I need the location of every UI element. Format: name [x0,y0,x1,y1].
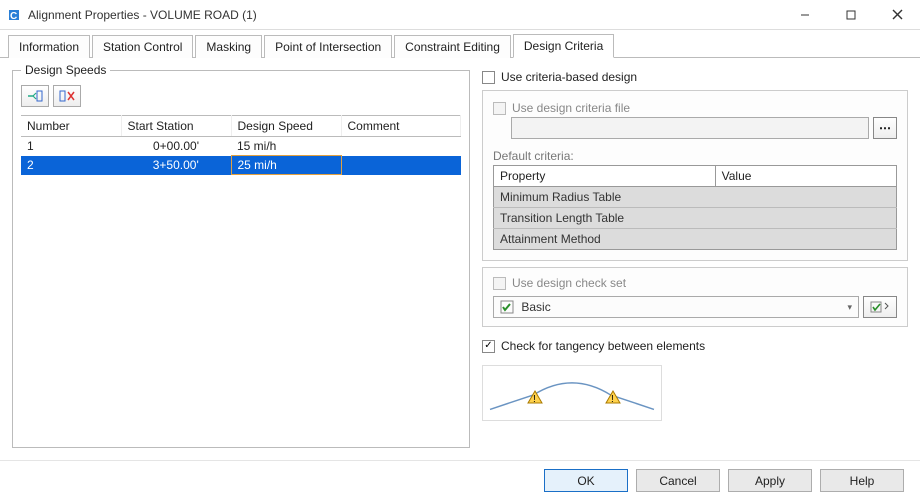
cell-comment[interactable] [341,156,461,175]
browse-file-button[interactable]: ⋯ [873,117,897,139]
col-comment: Comment [341,116,461,137]
criteria-prop: Attainment Method [494,229,716,250]
tangency-checkbox[interactable] [482,340,495,353]
tab-information[interactable]: Information [8,35,90,58]
use-check-set-row[interactable]: Use design check set [493,276,897,290]
criteria-val[interactable] [715,208,896,229]
tabbar: Information Station Control Masking Poin… [0,30,920,58]
remove-speed-button[interactable] [53,85,81,107]
ok-button[interactable]: OK [544,469,628,492]
use-file-row[interactable]: Use design criteria file [493,101,897,115]
tab-point-of-intersection[interactable]: Point of Intersection [264,35,392,58]
col-number: Number [21,116,121,137]
svg-text:!: ! [611,394,614,404]
cancel-button[interactable]: Cancel [636,469,720,492]
check-icon [500,300,514,314]
criteria-row[interactable]: Attainment Method [494,229,897,250]
design-speeds-label: Design Speeds [21,63,110,77]
tab-station-control[interactable]: Station Control [92,35,193,58]
criteria-row[interactable]: Minimum Radius Table [494,187,897,208]
close-button[interactable] [874,0,920,29]
tab-design-criteria[interactable]: Design Criteria [513,34,614,58]
default-criteria-label: Default criteria: [493,149,897,163]
use-check-set-label: Use design check set [512,276,626,290]
apply-button[interactable]: Apply [728,469,812,492]
criteria-col-value: Value [715,166,896,187]
titlebar: C Alignment Properties - VOLUME ROAD (1) [0,0,920,30]
tab-masking[interactable]: Masking [195,35,262,58]
maximize-button[interactable] [828,0,874,29]
add-speed-button[interactable] [21,85,49,107]
criteria-file-input[interactable] [511,117,869,139]
use-criteria-checkbox[interactable] [482,71,495,84]
app-icon: C [6,7,22,23]
col-design-speed: Design Speed [231,116,341,137]
criteria-panel: Use criteria-based design Use design cri… [482,70,908,448]
criteria-col-property: Property [494,166,716,187]
table-header-row: Number Start Station Design Speed Commen… [21,116,461,137]
warning-icon: ! [527,390,543,404]
use-file-label: Use design criteria file [512,101,630,115]
cell-start-station: 0+00.00' [121,137,231,156]
tangency-graphic: ! ! [482,365,662,421]
cell-comment[interactable] [341,137,461,156]
dialog-footer: OK Cancel Apply Help [0,460,920,500]
cell-speed[interactable]: 15 mi/h [231,137,341,156]
table-row[interactable]: 2 3+50.00' 25 mi/h [21,156,461,175]
window-title: Alignment Properties - VOLUME ROAD (1) [28,8,782,22]
criteria-row[interactable]: Transition Length Table [494,208,897,229]
check-set-value: Basic [521,300,550,314]
svg-text:C: C [10,11,17,22]
criteria-file-group: Use design criteria file ⋯ Default crite… [482,90,908,261]
table-row[interactable]: 1 0+00.00' 15 mi/h [21,137,461,156]
file-row: ⋯ [511,117,897,139]
use-criteria-label: Use criteria-based design [501,70,637,84]
cell-number: 1 [21,137,121,156]
svg-text:!: ! [533,394,536,404]
use-file-checkbox[interactable] [493,102,506,115]
use-criteria-row[interactable]: Use criteria-based design [482,70,908,84]
tangency-label: Check for tangency between elements [501,339,705,353]
criteria-val[interactable] [715,229,896,250]
cell-speed[interactable]: 25 mi/h [231,156,341,175]
cell-start-station: 3+50.00' [121,156,231,175]
chevron-down-icon: ▾ [847,302,852,313]
use-check-set-checkbox[interactable] [493,277,506,290]
check-set-select-row: Basic ▾ [493,296,897,318]
window-controls [782,0,920,29]
design-speeds-table[interactable]: Number Start Station Design Speed Commen… [21,115,461,175]
help-button[interactable]: Help [820,469,904,492]
tangency-row[interactable]: Check for tangency between elements [482,339,908,353]
tab-constraint-editing[interactable]: Constraint Editing [394,35,511,58]
cell-number: 2 [21,156,121,175]
col-start-station: Start Station [121,116,231,137]
criteria-val[interactable] [715,187,896,208]
criteria-table[interactable]: Property Value Minimum Radius Table Tran… [493,165,897,250]
check-set-group: Use design check set Basic ▾ [482,267,908,327]
tab-content: Design Speeds Number Start Station Desig… [0,58,920,460]
edit-check-set-button[interactable] [863,296,897,318]
warning-icon: ! [605,390,621,404]
minimize-button[interactable] [782,0,828,29]
design-speeds-group: Design Speeds Number Start Station Desig… [12,70,470,448]
criteria-prop: Transition Length Table [494,208,716,229]
check-set-dropdown[interactable]: Basic ▾ [493,296,859,318]
criteria-prop: Minimum Radius Table [494,187,716,208]
design-speeds-toolbar [21,81,461,115]
